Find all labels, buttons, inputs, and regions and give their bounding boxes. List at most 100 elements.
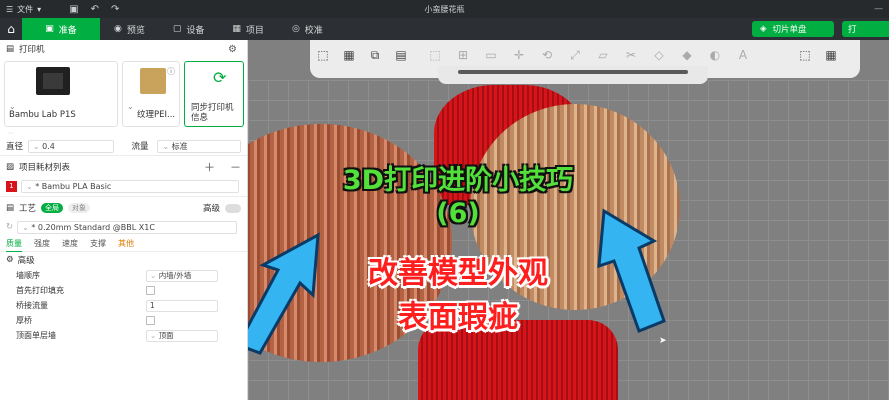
- arrange-icon[interactable]: ▤: [392, 46, 410, 64]
- filament-section-header: ▨ 项目耗材列表 ＋ －: [0, 157, 247, 177]
- split-objects-icon[interactable]: ⬚: [426, 46, 444, 64]
- bridge-flow-row: 桥接流量 1: [0, 298, 247, 313]
- process-select[interactable]: ⌄ * 0.20mm Standard @BBL X1C: [17, 220, 238, 234]
- sync-printer-label: 同步打印机信息: [191, 103, 234, 123]
- rotate-icon[interactable]: ⟲: [538, 46, 556, 64]
- plate-image: [140, 68, 166, 94]
- nozzle-row: 直径 ⌄ 0.4 流量 ⌄ 标准: [0, 138, 247, 154]
- add-plate-icon[interactable]: ▦: [340, 46, 358, 64]
- global-badge[interactable]: 全局: [41, 203, 64, 213]
- seam-paint-icon[interactable]: ◆: [678, 46, 696, 64]
- target-icon: ◎: [291, 24, 300, 34]
- eye-icon: ◉: [114, 24, 122, 34]
- gear-icon[interactable]: ⚙: [228, 44, 237, 55]
- process-subtabs: 质量 强度 速度 支撑 其他: [0, 236, 247, 252]
- flow-select[interactable]: ⌄ 标准: [157, 139, 241, 153]
- home-icon[interactable]: ⌂: [0, 18, 22, 40]
- main-toolbar: ⌂ ▣ 准备 ◉ 预览 ▢ 设备 ▦ 项目 ◎ 校准 ◈ 切片单盘 打: [0, 18, 889, 40]
- variable-layer-icon[interactable]: ▭: [482, 46, 500, 64]
- move-icon[interactable]: ✛: [510, 46, 528, 64]
- wall-order-select[interactable]: ⌄ 内墙/外墙: [146, 269, 218, 282]
- print-button[interactable]: 打: [842, 21, 889, 37]
- filament-color-swatch[interactable]: 1: [6, 180, 17, 192]
- reset-icon[interactable]: ↻: [6, 222, 13, 232]
- overlay-subtitle-1: 改善模型外观: [368, 256, 548, 291]
- printer-card[interactable]: ⌄ Bambu Lab P1S: [4, 61, 118, 127]
- top-one-wall-select[interactable]: ⌄ 顶面: [146, 329, 218, 342]
- object-badge[interactable]: 对象: [68, 203, 91, 213]
- tab-project-label: 项目: [245, 25, 264, 36]
- sync-printer-button[interactable]: ⟳ 同步打印机信息: [184, 61, 244, 127]
- thick-bridges-checkbox[interactable]: [146, 316, 155, 325]
- view-3d-icon[interactable]: ⬚: [796, 46, 814, 64]
- color-paint-icon[interactable]: ◐: [706, 46, 724, 64]
- lay-on-face-icon[interactable]: ▱: [594, 46, 612, 64]
- scale-icon[interactable]: ⤢: [566, 46, 584, 64]
- plate-edge: [438, 66, 708, 84]
- tab-project[interactable]: ▦ 项目: [218, 18, 278, 40]
- thick-bridges-row: 厚桥: [0, 313, 247, 328]
- plate-card[interactable]: ⓘ ⌄ 纹理PEI...: [122, 61, 180, 127]
- tab-preview-label: 预览: [126, 25, 145, 36]
- auto-orient-icon[interactable]: ⧉: [366, 46, 384, 64]
- printer-section-header: ▤ 打印机 ⚙: [0, 40, 247, 58]
- 3d-viewport[interactable]: ⬚ ▦ ⧉ ▤ ⬚ ⊞ ▭ ✛ ⟲ ⤢ ▱ ✂ ◇ ◆ ◐ A ⬚ ▦ 3D打印…: [248, 40, 889, 400]
- filament-select[interactable]: ⌄ * Bambu PLA Basic: [21, 179, 239, 193]
- tab-prepare[interactable]: ▣ 准备: [22, 18, 100, 40]
- file-menu[interactable]: ☰ 文件 ▾: [0, 4, 41, 15]
- advanced-group-header: ⚙ 高级: [0, 252, 247, 268]
- thick-bridges-label: 厚桥: [16, 316, 32, 325]
- subtab-support[interactable]: 支撑: [90, 238, 106, 249]
- process-row: ↻ ⌄ * 0.20mm Standard @BBL X1C: [0, 218, 247, 236]
- menu-icon: ☰: [6, 4, 14, 14]
- chevron-down-icon: ⌄: [162, 141, 170, 151]
- subtab-others[interactable]: 其他: [118, 238, 134, 249]
- nozzle-select[interactable]: ⌄ 0.4: [27, 139, 114, 153]
- tab-device[interactable]: ▢ 设备: [159, 18, 219, 40]
- settings-panel: ▤ 打印机 ⚙ ⌄ Bambu Lab P1S ⓘ ⌄ 纹理PEI... ⟳ 同…: [0, 40, 248, 400]
- add-object-icon[interactable]: ⬚: [314, 46, 332, 64]
- filament-section-title: 项目耗材列表: [19, 163, 71, 173]
- flow-value: 标准: [171, 141, 188, 151]
- advanced-toggle[interactable]: [225, 203, 241, 213]
- redo-icon[interactable]: ↷: [111, 4, 119, 15]
- infill-first-checkbox[interactable]: [146, 286, 155, 295]
- tab-prepare-label: 准备: [58, 25, 77, 36]
- text-tool-icon[interactable]: A: [734, 46, 752, 64]
- tab-calibration[interactable]: ◎ 校准: [278, 18, 337, 40]
- mouse-cursor-icon: ➤: [659, 336, 667, 346]
- slice-plate-button[interactable]: ◈ 切片单盘: [752, 21, 834, 37]
- undo-icon[interactable]: ↶: [91, 4, 99, 15]
- add-filament-icon[interactable]: ＋: [204, 159, 215, 175]
- subtab-quality[interactable]: 质量: [6, 236, 22, 252]
- info-icon[interactable]: ⓘ: [167, 66, 175, 77]
- top-one-wall-label: 顶面单层墙: [16, 331, 56, 340]
- split-parts-icon[interactable]: ⊞: [454, 46, 472, 64]
- bridge-flow-input[interactable]: 1: [146, 299, 218, 312]
- minimize-icon[interactable]: —: [874, 4, 883, 14]
- chevron-down-icon: ⌄: [32, 141, 40, 151]
- top-one-wall-value: 顶面: [158, 331, 174, 340]
- collapse-handle[interactable]: ⋯: [0, 130, 247, 138]
- file-menu-label: 文件: [17, 4, 34, 14]
- view-options-icon[interactable]: ▦: [822, 46, 840, 64]
- overlay-subtitle-2: 表面瑕疵: [398, 300, 518, 335]
- chevron-down-icon: ▾: [37, 4, 42, 14]
- subtab-strength[interactable]: 强度: [34, 238, 50, 249]
- infill-first-label: 首先打印填充: [16, 286, 64, 295]
- printer-icon: ▤: [6, 44, 15, 54]
- support-paint-icon[interactable]: ◇: [650, 46, 668, 64]
- chevron-down-icon: ⌄: [26, 181, 33, 191]
- cut-icon[interactable]: ✂: [622, 46, 640, 64]
- app-title: 小蛮腰花瓶: [424, 4, 465, 14]
- chevron-down-icon[interactable]: ⌄: [127, 102, 134, 111]
- remove-filament-icon[interactable]: －: [230, 159, 241, 175]
- infill-first-row: 首先打印填充: [0, 283, 247, 298]
- process-value: * 0.20mm Standard @BBL X1C: [31, 222, 155, 232]
- flow-label: 流量: [131, 142, 149, 152]
- device-icon: ▢: [172, 24, 182, 34]
- subtab-speed[interactable]: 速度: [62, 238, 78, 249]
- printer-section-title: 打印机: [19, 45, 45, 55]
- tab-preview[interactable]: ◉ 预览: [100, 18, 159, 40]
- save-icon[interactable]: ▣: [69, 4, 78, 15]
